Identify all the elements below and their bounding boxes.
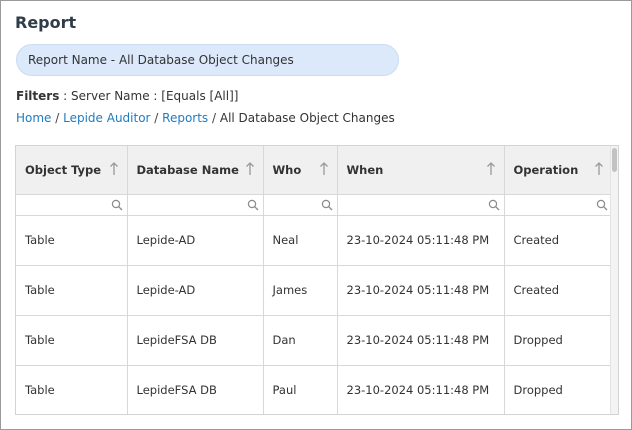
search-icon[interactable] <box>488 199 500 211</box>
sort-arrow-icon[interactable] <box>319 162 329 176</box>
search-icon[interactable] <box>111 199 123 211</box>
filter-cell-who[interactable] <box>263 194 338 216</box>
column-header-database-name[interactable]: Database Name <box>127 146 264 195</box>
filters-line: Filters : Server Name : [Equals [All]] <box>16 89 238 103</box>
report-table: Object Type Database Name Who When Opera… <box>16 146 613 414</box>
filters-label: Filters <box>16 89 60 103</box>
report-name-pill: Report Name - All Database Object Change… <box>16 44 399 76</box>
column-header-operation[interactable]: Operation <box>504 146 613 195</box>
vertical-scrollbar[interactable] <box>610 146 618 414</box>
sort-arrow-icon[interactable] <box>486 162 496 176</box>
cell-when: 23-10-2024 05:11:48 PM <box>337 265 505 316</box>
cell-operation: Created <box>504 215 613 266</box>
table-row[interactable]: Table Lepide-AD Neal 23-10-2024 05:11:48… <box>16 215 613 266</box>
column-header-when[interactable]: When <box>337 146 505 195</box>
cell-object-type: Table <box>16 365 128 414</box>
header-row: Object Type Database Name Who When Opera… <box>16 146 613 195</box>
column-header-object-type[interactable]: Object Type <box>16 146 128 195</box>
cell-database-name: Lepide-AD <box>127 215 264 266</box>
sort-arrow-icon[interactable] <box>245 162 255 176</box>
table-row[interactable]: Table Lepide-AD James 23-10-2024 05:11:4… <box>16 265 613 316</box>
column-header-who[interactable]: Who <box>263 146 338 195</box>
cell-who: Paul <box>263 365 338 414</box>
report-grid: Object Type Database Name Who When Opera… <box>15 145 619 415</box>
scrollbar-thumb[interactable] <box>612 148 617 172</box>
breadcrumb-separator: / <box>150 111 163 125</box>
filter-cell-object-type[interactable] <box>16 194 128 216</box>
cell-operation: Dropped <box>504 315 613 366</box>
table-row[interactable]: Table LepideFSA DB Dan 23-10-2024 05:11:… <box>16 315 613 366</box>
cell-when: 23-10-2024 05:11:48 PM <box>337 215 505 266</box>
breadcrumb-home[interactable]: Home <box>16 111 51 125</box>
filter-cell-operation[interactable] <box>504 194 613 216</box>
cell-object-type: Table <box>16 215 128 266</box>
breadcrumb-current: All Database Object Changes <box>219 111 395 125</box>
cell-when: 23-10-2024 05:11:48 PM <box>337 365 505 414</box>
table-row[interactable]: Table LepideFSA DB Paul 23-10-2024 05:11… <box>16 365 613 414</box>
filter-row <box>16 194 613 216</box>
cell-object-type: Table <box>16 265 128 316</box>
filter-cell-when[interactable] <box>337 194 505 216</box>
cell-who: Neal <box>263 215 338 266</box>
cell-database-name: LepideFSA DB <box>127 365 264 414</box>
cell-when: 23-10-2024 05:11:48 PM <box>337 315 505 366</box>
cell-operation: Created <box>504 265 613 316</box>
search-icon[interactable] <box>321 199 333 211</box>
cell-database-name: Lepide-AD <box>127 265 264 316</box>
breadcrumb-reports[interactable]: Reports <box>162 111 208 125</box>
cell-database-name: LepideFSA DB <box>127 315 264 366</box>
breadcrumb: Home / Lepide Auditor / Reports / All Da… <box>16 111 395 125</box>
filter-cell-database-name[interactable] <box>127 194 264 216</box>
breadcrumb-lepide-auditor[interactable]: Lepide Auditor <box>63 111 150 125</box>
filters-value: : Server Name : [Equals [All]] <box>59 89 239 103</box>
sort-arrow-icon[interactable] <box>109 162 119 176</box>
breadcrumb-separator: / <box>208 111 220 125</box>
search-icon[interactable] <box>596 199 608 211</box>
cell-who: James <box>263 265 338 316</box>
cell-operation: Dropped <box>504 365 613 414</box>
page-title: Report <box>15 13 77 32</box>
search-icon[interactable] <box>247 199 259 211</box>
cell-who: Dan <box>263 315 338 366</box>
cell-object-type: Table <box>16 315 128 366</box>
report-window: Report Report Name - All Database Object… <box>0 0 632 430</box>
sort-arrow-icon[interactable] <box>594 162 604 176</box>
breadcrumb-separator: / <box>51 111 64 125</box>
